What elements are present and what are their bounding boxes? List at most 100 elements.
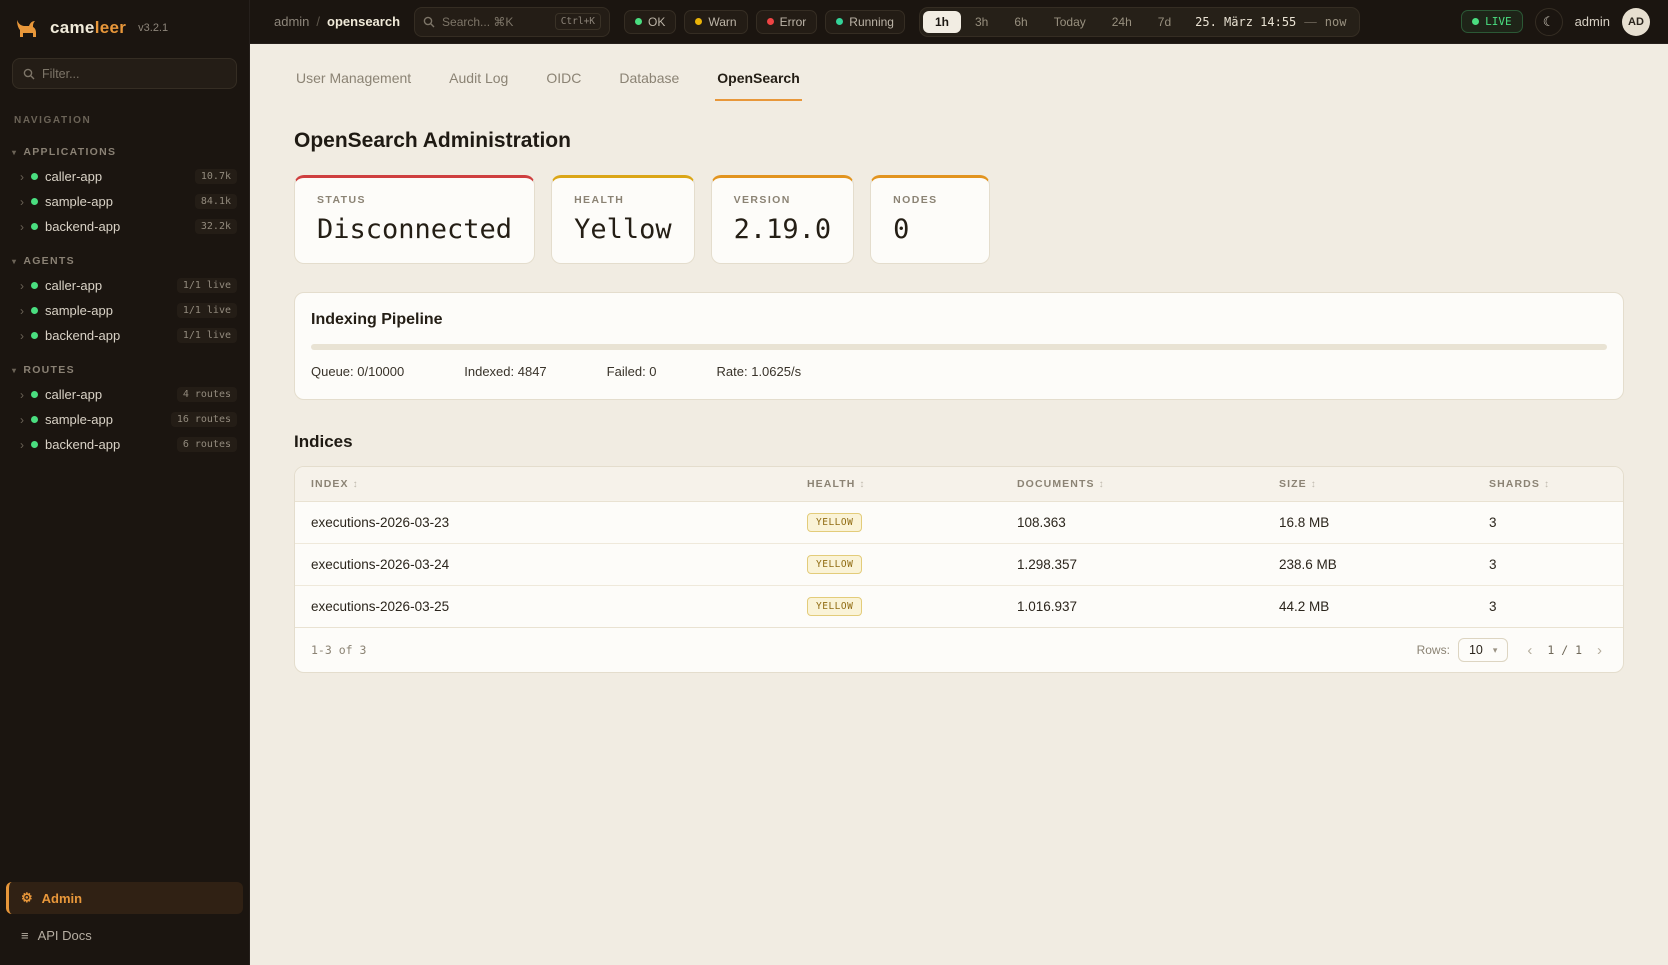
count-badge: 4 routes	[177, 387, 237, 402]
sidebar-item-sample-app[interactable]: › sample-app 84.1k	[0, 189, 249, 214]
app-logo[interactable]: cameleer v3.2.1	[0, 0, 249, 50]
count-badge: 10.7k	[195, 169, 237, 184]
section-routes[interactable]: ▾ ROUTES	[12, 364, 237, 376]
tab-database[interactable]: Database	[617, 62, 681, 101]
table-row: executions-2026-03-24 YELLOW 1.298.357 2…	[295, 544, 1623, 586]
sidebar-item-routes-sample-app[interactable]: › sample-app 16 routes	[0, 407, 249, 432]
cell-index: executions-2026-03-23	[295, 504, 791, 541]
sort-icon: ↕	[1099, 479, 1105, 490]
status-dot	[31, 416, 38, 423]
section-agents[interactable]: ▾ AGENTS	[12, 255, 237, 267]
status-dot	[31, 441, 38, 448]
filter-running[interactable]: Running	[825, 10, 905, 34]
count-badge: 1/1 live	[177, 303, 237, 318]
col-shards[interactable]: SHARDS↕	[1473, 467, 1623, 501]
cell-health: YELLOW	[791, 502, 1001, 543]
sidebar-item-agent-caller-app[interactable]: › caller-app 1/1 live	[0, 273, 249, 298]
cell-shards: 3	[1473, 546, 1623, 583]
running-dot	[836, 18, 843, 25]
range-3h[interactable]: 3h	[963, 11, 1000, 33]
live-badge[interactable]: LIVE	[1461, 10, 1523, 33]
filter-warn[interactable]: Warn	[684, 10, 747, 34]
global-search[interactable]: Ctrl+K	[414, 7, 610, 37]
range-1h[interactable]: 1h	[923, 11, 961, 33]
pipeline-indexed: Indexed: 4847	[464, 364, 546, 379]
range-today[interactable]: Today	[1042, 11, 1098, 33]
col-size[interactable]: SIZE↕	[1263, 467, 1473, 501]
count-badge: 16 routes	[171, 412, 237, 427]
sidebar-item-caller-app[interactable]: › caller-app 10.7k	[0, 164, 249, 189]
date-range[interactable]: 25. März 14:55 — now	[1185, 15, 1356, 29]
cell-documents: 1.298.357	[1001, 546, 1263, 583]
content-area: User Management Audit Log OIDC Database …	[250, 44, 1668, 965]
warn-dot	[695, 18, 702, 25]
ok-dot	[635, 18, 642, 25]
version-value: 2.19.0	[734, 214, 832, 245]
indexing-pipeline-panel: Indexing Pipeline Queue: 0/10000 Indexed…	[294, 292, 1624, 400]
col-documents[interactable]: DOCUMENTS↕	[1001, 467, 1263, 501]
chevron-right-icon: ›	[20, 305, 24, 317]
rows-per-page-select[interactable]: 10 ▾	[1458, 638, 1508, 662]
range-24h[interactable]: 24h	[1100, 11, 1144, 33]
health-badge: YELLOW	[807, 513, 862, 532]
sidebar-filter[interactable]	[12, 58, 237, 89]
section-applications[interactable]: ▾ APPLICATIONS	[12, 146, 237, 158]
sidebar-item-backend-app[interactable]: › backend-app 32.2k	[0, 214, 249, 239]
range-6h[interactable]: 6h	[1002, 11, 1039, 33]
search-icon	[423, 16, 435, 28]
sidebar-item-routes-caller-app[interactable]: › caller-app 4 routes	[0, 382, 249, 407]
sidebar-item-api-docs[interactable]: ≡ API Docs	[6, 920, 243, 951]
cell-health: YELLOW	[791, 586, 1001, 627]
status-dot	[31, 332, 38, 339]
stat-card-health: HEALTH Yellow	[551, 175, 695, 264]
tab-oidc[interactable]: OIDC	[544, 62, 583, 101]
health-value: Yellow	[574, 214, 672, 245]
breadcrumb-admin[interactable]: admin	[274, 14, 309, 29]
sidebar-item-agent-sample-app[interactable]: › sample-app 1/1 live	[0, 298, 249, 323]
avatar[interactable]: AD	[1622, 8, 1650, 36]
health-badge: YELLOW	[807, 597, 862, 616]
breadcrumb-opensearch: opensearch	[327, 14, 400, 29]
range-7d[interactable]: 7d	[1146, 11, 1183, 33]
tab-audit-log[interactable]: Audit Log	[447, 62, 510, 101]
search-icon	[23, 68, 35, 80]
table-footer: 1-3 of 3 Rows: 10 ▾ ‹ 1 / 1 ›	[295, 627, 1623, 672]
sort-icon: ↕	[1311, 479, 1317, 490]
stat-card-status: STATUS Disconnected	[294, 175, 535, 264]
filter-input[interactable]	[42, 67, 226, 81]
theme-toggle[interactable]: ☾	[1535, 8, 1563, 36]
status-value: Disconnected	[317, 214, 512, 245]
cell-size: 238.6 MB	[1263, 546, 1473, 583]
sidebar-item-routes-backend-app[interactable]: › backend-app 6 routes	[0, 432, 249, 457]
status-dot	[31, 173, 38, 180]
chevron-right-icon: ›	[20, 439, 24, 451]
next-page-button[interactable]: ›	[1592, 640, 1607, 661]
sidebar-item-agent-backend-app[interactable]: › backend-app 1/1 live	[0, 323, 249, 348]
col-health[interactable]: HEALTH↕	[791, 467, 1001, 501]
chevron-right-icon: ›	[20, 221, 24, 233]
row-range-label: 1-3 of 3	[311, 643, 366, 657]
pipeline-queue: Queue: 0/10000	[311, 364, 404, 379]
count-badge: 32.2k	[195, 219, 237, 234]
cell-size: 16.8 MB	[1263, 504, 1473, 541]
breadcrumb: admin / opensearch	[274, 14, 400, 29]
chevron-right-icon: ›	[20, 280, 24, 292]
tab-user-management[interactable]: User Management	[294, 62, 413, 101]
tab-opensearch[interactable]: OpenSearch	[715, 62, 801, 101]
app-version: v3.2.1	[138, 22, 168, 34]
status-filters: OK Warn Error Running	[624, 10, 905, 34]
tri-down-icon: ▾	[12, 257, 17, 266]
cell-index: executions-2026-03-24	[295, 546, 791, 583]
count-badge: 1/1 live	[177, 278, 237, 293]
prev-page-button[interactable]: ‹	[1522, 640, 1537, 661]
count-badge: 84.1k	[195, 194, 237, 209]
search-input[interactable]	[442, 15, 548, 29]
filter-error[interactable]: Error	[756, 10, 818, 34]
sidebar: cameleer v3.2.1 NAVIGATION ▾ APPLICATION…	[0, 0, 250, 965]
filter-ok[interactable]: OK	[624, 10, 676, 34]
chevron-right-icon: ›	[20, 196, 24, 208]
chevron-down-icon: ▾	[1493, 645, 1498, 656]
sidebar-item-admin[interactable]: ⚙ Admin	[6, 882, 243, 914]
cell-index: executions-2026-03-25	[295, 588, 791, 625]
col-index[interactable]: INDEX↕	[295, 467, 791, 501]
